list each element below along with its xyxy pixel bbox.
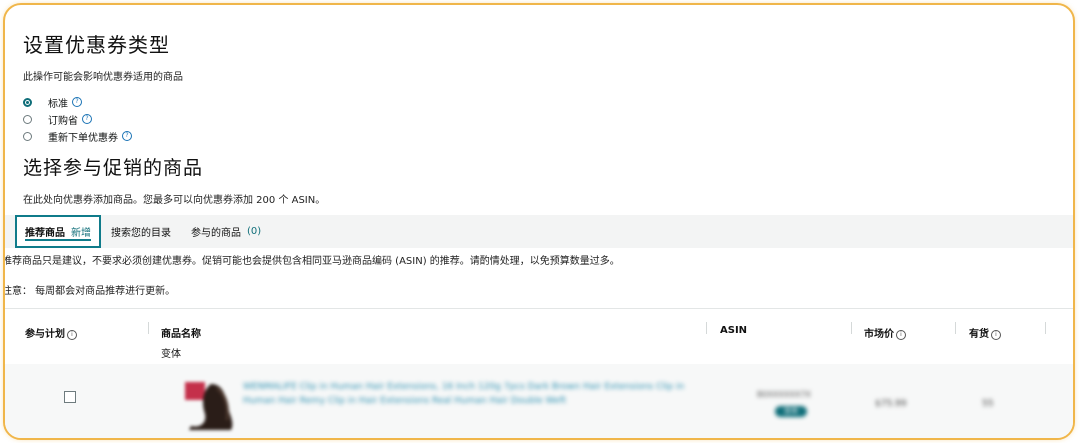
tab-recommended[interactable]: 推荐商品 新增 [15, 215, 101, 248]
radio-button-selected[interactable] [23, 97, 32, 107]
radio-button[interactable] [23, 131, 32, 141]
column-market-price: 市场价 i [864, 325, 906, 340]
column-label: 市场价 [864, 329, 894, 340]
radio-label: 重新下单优惠券 [48, 132, 118, 144]
product-selection-description: 在此处向优惠券添加商品。您最多可以向优惠券添加 200 个 ASIN。 [23, 195, 326, 206]
info-icon[interactable]: i [991, 330, 1001, 340]
product-title-link[interactable]: WENMALIFE Clip in Human Hair Extensions,… [243, 380, 713, 408]
coupon-type-title: 设置优惠券类型 [23, 33, 170, 57]
in-stock-value: 55 [982, 399, 994, 409]
asin-value: B0XXXXXX7X [757, 390, 812, 399]
column-in-stock: 有货 i [969, 325, 1001, 340]
column-divider[interactable] [955, 322, 956, 334]
variant-badge: 变体 [775, 406, 807, 417]
column-asin: ASIN [720, 325, 748, 336]
info-icon[interactable]: i [67, 330, 77, 340]
product-tabs: 推荐商品 新增 搜索您的目录 参与的商品 (0) [5, 215, 1073, 248]
new-badge: 新增 [71, 228, 91, 239]
help-icon[interactable]: ? [122, 131, 132, 141]
product-thumbnail [185, 382, 233, 430]
column-label: 参与计划 [25, 329, 65, 340]
radio-label: 标准 [48, 98, 68, 110]
radio-button[interactable] [23, 114, 32, 124]
participate-checkbox[interactable] [64, 391, 76, 403]
help-icon[interactable]: ? [82, 114, 92, 124]
participating-count: (0) [247, 226, 262, 237]
column-divider[interactable] [148, 322, 149, 334]
table-row: WENMALIFE Clip in Human Hair Extensions,… [5, 364, 1073, 438]
column-label: 有货 [969, 329, 989, 340]
recommendation-note: 推荐商品只是建议，不要求必须创建优惠券。促销可能也会提供包含相同亚马逊商品编码 … [3, 256, 620, 267]
tab-participating[interactable]: 参与的商品 (0) [191, 215, 261, 248]
column-product-name: 商品名称 变体 [161, 325, 201, 360]
tab-label: 推荐商品 [25, 228, 65, 239]
column-divider[interactable] [851, 322, 852, 334]
weekly-update-note: 注意： 每周都会对商品推荐进行更新。 [3, 286, 176, 297]
column-label: 商品名称 [161, 329, 201, 340]
column-divider[interactable] [1045, 322, 1046, 334]
column-participate: 参与计划 i [25, 325, 77, 340]
table-header: 参与计划 i 商品名称 变体 ASIN 市场价 i 有货 i [5, 308, 1073, 365]
tab-label: 参与的商品 [191, 228, 241, 239]
column-sub-label: 变体 [161, 349, 181, 360]
radio-option-standard[interactable]: 标准 ? [23, 95, 82, 110]
tab-label: 搜索您的目录 [111, 228, 171, 239]
radio-option-subscribe-save[interactable]: 订购省 ? [23, 112, 92, 127]
radio-option-reorder[interactable]: 重新下单优惠券 ? [23, 129, 132, 144]
tab-search-catalog[interactable]: 搜索您的目录 [111, 215, 171, 248]
radio-label: 订购省 [48, 115, 78, 127]
coupon-setup-panel: 设置优惠券类型 此操作可能会影响优惠券适用的商品 标准 ? 订购省 ? 重新下单… [3, 3, 1075, 440]
market-price-value: $75.99 [875, 399, 907, 409]
column-divider[interactable] [706, 322, 707, 334]
product-selection-title: 选择参与促销的商品 [23, 157, 204, 179]
help-icon[interactable]: ? [72, 97, 82, 107]
coupon-type-description: 此操作可能会影响优惠券适用的商品 [23, 72, 183, 83]
info-icon[interactable]: i [896, 330, 906, 340]
